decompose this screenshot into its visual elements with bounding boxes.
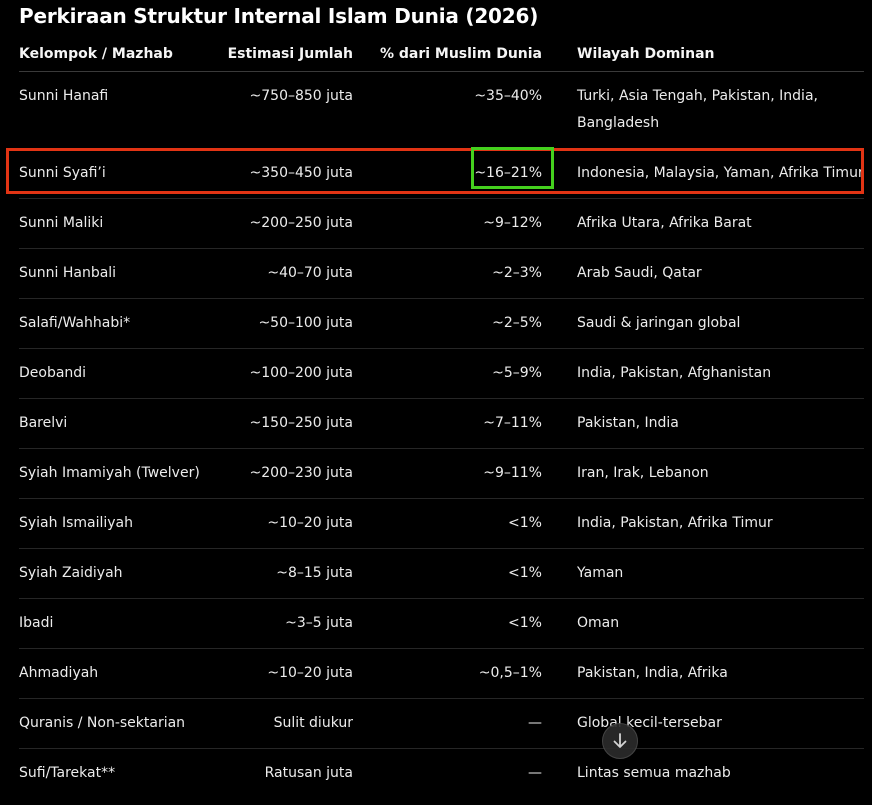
cell-persen: ~0,5–1% — [478, 665, 542, 681]
cell-wilayah: Global kecil-tersebar — [577, 715, 722, 731]
cell-persen: ~9–12% — [483, 215, 542, 231]
cell-estimasi: Ratusan juta — [264, 765, 353, 781]
table-row: Ibadi ~3–5 juta <1% Oman — [19, 599, 864, 649]
cell-wilayah: Pakistan, India — [577, 415, 679, 431]
cell-estimasi: ~750–850 juta — [249, 88, 353, 104]
table-header-row: Kelompok / Mazhab Estimasi Jumlah % dari… — [19, 37, 864, 72]
header-kelompok: Kelompok / Mazhab — [19, 46, 173, 62]
cell-persen: ~5–9% — [492, 365, 542, 381]
cell-wilayah: India, Pakistan, Afghanistan — [577, 365, 772, 381]
table-row: Barelvi ~150–250 juta ~7–11% Pakistan, I… — [19, 399, 864, 449]
table-row: Salafi/Wahhabi* ~50–100 juta ~2–5% Saudi… — [19, 299, 864, 349]
table-row: Sunni Hanbali ~40–70 juta ~2–3% Arab Sau… — [19, 249, 864, 299]
cell-estimasi: ~8–15 juta — [276, 565, 353, 581]
page-title: Perkiraan Struktur Internal Islam Dunia … — [19, 4, 539, 28]
cell-wilayah: Pakistan, India, Afrika — [577, 665, 728, 681]
cell-estimasi: Sulit diukur — [273, 715, 353, 731]
arrow-down-icon — [611, 732, 629, 750]
table-row: Sunni Syafi’i ~350–450 juta ~16–21% Indo… — [19, 149, 864, 199]
cell-wilayah: Turki, Asia Tengah, Pakistan, India, Ban… — [577, 88, 818, 131]
cell-kelompok: Quranis / Non-sektarian — [19, 715, 186, 731]
header-wilayah: Wilayah Dominan — [577, 46, 715, 62]
cell-persen: ~16–21% — [474, 165, 542, 181]
cell-wilayah: India, Pakistan, Afrika Timur — [577, 515, 773, 531]
cell-wilayah: Arab Saudi, Qatar — [577, 265, 702, 281]
table-row: Sunni Hanafi ~750–850 juta ~35–40% Turki… — [19, 72, 864, 149]
table-row: Syiah Imamiyah (Twelver) ~200–230 juta ~… — [19, 449, 864, 499]
cell-wilayah: Oman — [577, 615, 620, 631]
cell-kelompok: Syiah Ismailiyah — [19, 515, 134, 531]
cell-kelompok: Ibadi — [19, 615, 54, 631]
table-row: Syiah Ismailiyah ~10–20 juta <1% India, … — [19, 499, 864, 549]
cell-kelompok: Sunni Syafi’i — [19, 165, 106, 181]
cell-kelompok: Sunni Maliki — [19, 215, 104, 231]
cell-wilayah: Iran, Irak, Lebanon — [577, 465, 709, 481]
cell-wilayah: Saudi & jaringan global — [577, 315, 741, 331]
cell-estimasi: ~100–200 juta — [249, 365, 353, 381]
cell-estimasi: ~10–20 juta — [267, 515, 353, 531]
cell-persen: <1% — [508, 565, 542, 581]
cell-wilayah: Lintas semua mazhab — [577, 765, 731, 781]
cell-estimasi: ~3–5 juta — [285, 615, 353, 631]
cell-kelompok: Ahmadiyah — [19, 665, 99, 681]
cell-kelompok: Barelvi — [19, 415, 68, 431]
cell-persen: ~35–40% — [474, 88, 542, 104]
cell-persen: ~9–11% — [483, 465, 542, 481]
cell-persen: ~2–3% — [492, 265, 542, 281]
cell-estimasi: ~200–250 juta — [249, 215, 353, 231]
cell-kelompok: Deobandi — [19, 365, 87, 381]
data-table: Kelompok / Mazhab Estimasi Jumlah % dari… — [19, 37, 864, 798]
cell-estimasi: ~350–450 juta — [249, 165, 353, 181]
table-row: Ahmadiyah ~10–20 juta ~0,5–1% Pakistan, … — [19, 649, 864, 699]
cell-estimasi: ~50–100 juta — [258, 315, 353, 331]
cell-kelompok: Syiah Zaidiyah — [19, 565, 123, 581]
table-row: Quranis / Non-sektarian Sulit diukur — G… — [19, 699, 864, 749]
cell-kelompok: Syiah Imamiyah (Twelver) — [19, 465, 200, 481]
table-row: Syiah Zaidiyah ~8–15 juta <1% Yaman — [19, 549, 864, 599]
cell-kelompok: Sunni Hanbali — [19, 265, 117, 281]
cell-estimasi: ~200–230 juta — [249, 465, 353, 481]
cell-kelompok: Sufi/Tarekat** — [19, 765, 116, 781]
header-estimasi: Estimasi Jumlah — [227, 46, 353, 62]
table-row: Sufi/Tarekat** Ratusan juta — Lintas sem… — [19, 749, 864, 798]
cell-wilayah: Afrika Utara, Afrika Barat — [577, 215, 752, 231]
cell-persen: ~7–11% — [483, 415, 542, 431]
cell-persen: <1% — [508, 515, 542, 531]
cell-estimasi: ~10–20 juta — [267, 665, 353, 681]
cell-persen: — — [528, 765, 542, 781]
cell-estimasi: ~40–70 juta — [267, 265, 353, 281]
cell-kelompok: Salafi/Wahhabi* — [19, 315, 131, 331]
cell-estimasi: ~150–250 juta — [249, 415, 353, 431]
table-row: Sunni Maliki ~200–250 juta ~9–12% Afrika… — [19, 199, 864, 249]
header-persen: % dari Muslim Dunia — [379, 46, 542, 62]
scroll-down-button[interactable] — [602, 723, 638, 759]
cell-persen: <1% — [508, 615, 542, 631]
cell-kelompok: Sunni Hanafi — [19, 88, 109, 104]
cell-wilayah: Yaman — [577, 565, 624, 581]
cell-persen: — — [528, 715, 542, 731]
table-row: Deobandi ~100–200 juta ~5–9% India, Paki… — [19, 349, 864, 399]
cell-wilayah: Indonesia, Malaysia, Yaman, Afrika Timur — [577, 165, 864, 181]
cell-persen: ~2–5% — [492, 315, 542, 331]
